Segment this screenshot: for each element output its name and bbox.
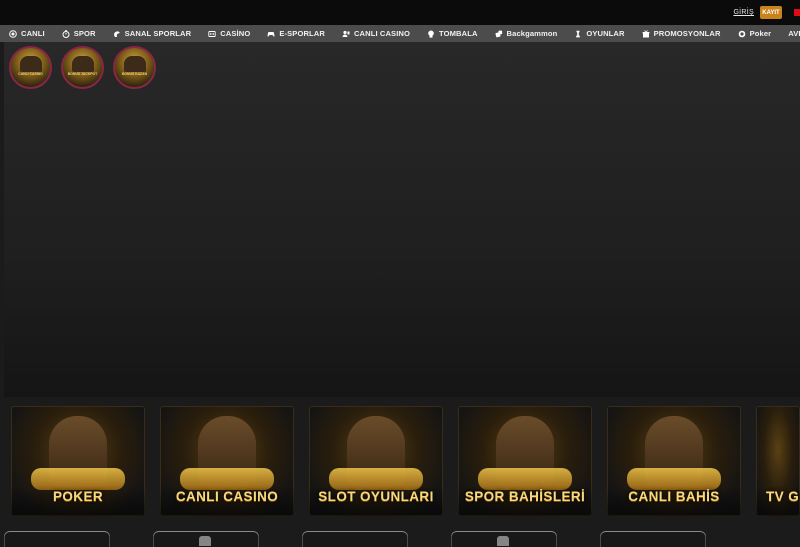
virtual-sports-icon bbox=[113, 30, 121, 38]
nav-item-sport[interactable]: SPOR bbox=[53, 29, 104, 38]
nav-item-esports[interactable]: E-SPORLAR bbox=[258, 29, 333, 38]
nav-item-label: Poker bbox=[749, 29, 772, 38]
nav-item-promotions[interactable]: PROMOSYONLAR bbox=[633, 29, 729, 38]
nav-item-label: Backgammon bbox=[506, 29, 558, 38]
category-label: POKER bbox=[52, 489, 103, 504]
category-card-live-betting[interactable]: CANLI BAHİS bbox=[607, 406, 741, 516]
category-card-slot-games[interactable]: SLOT OYUNLARI bbox=[309, 406, 443, 516]
language-flag-icon[interactable] bbox=[794, 9, 800, 16]
nav-item-label: CANLI CASINO bbox=[353, 29, 410, 38]
nav-item-label: E-SPORLAR bbox=[279, 29, 325, 38]
nav-item-label: SANAL SPORLAR bbox=[124, 29, 192, 38]
top-header: GİRİŞ KAYIT bbox=[0, 0, 800, 25]
nav-item-label: PROMOSYONLAR bbox=[653, 29, 721, 38]
nav-item-label: CASİNO bbox=[220, 29, 251, 38]
story-item[interactable]: BONUS KAZAN bbox=[113, 46, 156, 89]
story-item[interactable]: CANLI CASINO bbox=[9, 46, 52, 89]
category-card-poker[interactable]: POKER bbox=[11, 406, 145, 516]
nav-item-live[interactable]: CANLI bbox=[0, 29, 53, 38]
nav-item-casino[interactable]: CASİNO bbox=[199, 29, 258, 38]
hero-area: CANLI CASINO BONUS JACKPOT BONUS KAZAN bbox=[4, 42, 800, 397]
category-label: SLOT OYUNLARI bbox=[318, 489, 434, 504]
story-list: CANLI CASINO BONUS JACKPOT BONUS KAZAN bbox=[9, 46, 156, 89]
nav-item-backgammon[interactable]: Backgammon bbox=[486, 29, 566, 38]
register-button[interactable]: KAYIT bbox=[760, 6, 782, 19]
category-label: TV G bbox=[766, 489, 800, 504]
story-caption: CANLI CASINO bbox=[18, 72, 43, 76]
dealer-icon bbox=[342, 30, 350, 38]
nav-item-games[interactable]: OYUNLAR bbox=[565, 29, 632, 38]
nav-item-tombala[interactable]: TOMBALA bbox=[418, 29, 486, 38]
live-icon bbox=[9, 29, 17, 38]
story-image bbox=[124, 56, 146, 72]
nav-item-virtual-sports[interactable]: SANAL SPORLAR bbox=[104, 29, 200, 38]
category-cards: POKER CANLI CASINO SLOT OYUNLARI SPOR BA… bbox=[11, 406, 800, 516]
nav-item-label: TOMBALA bbox=[439, 29, 478, 38]
poker-chip-icon bbox=[738, 30, 746, 38]
chess-piece-icon bbox=[574, 30, 582, 38]
stopwatch-icon bbox=[62, 29, 70, 38]
lottery-icon bbox=[427, 30, 435, 38]
story-caption: BONUS KAZAN bbox=[121, 72, 148, 76]
gamepad-icon bbox=[267, 30, 275, 38]
nav-item-label: AVI bbox=[788, 29, 800, 38]
category-label: CANLI CASINO bbox=[175, 489, 279, 504]
nav-item-label: SPOR bbox=[73, 29, 96, 38]
dice-icon bbox=[495, 30, 503, 38]
nav-item-label: CANLI bbox=[21, 29, 45, 38]
category-card-sports-betting[interactable]: SPOR BAHİSLERİ bbox=[458, 406, 592, 516]
category-label: SPOR BAHİSLERİ bbox=[464, 489, 586, 504]
nav-item-label: OYUNLAR bbox=[586, 29, 625, 38]
story-image bbox=[72, 56, 94, 72]
category-card-tv-games[interactable]: TV G bbox=[756, 406, 800, 516]
nav-item-avi[interactable]: AVI bbox=[779, 29, 800, 38]
story-caption: BONUS JACKPOT bbox=[67, 72, 98, 76]
story-image bbox=[20, 56, 42, 72]
story-item[interactable]: BONUS JACKPOT bbox=[61, 46, 104, 89]
nav-item-live-casino[interactable]: CANLI CASINO bbox=[333, 29, 418, 38]
login-link[interactable]: GİRİŞ bbox=[733, 9, 754, 16]
category-card-live-casino[interactable]: CANLI CASINO bbox=[160, 406, 294, 516]
main-nav: CANLI SPOR SANAL SPORLAR CASİNO E-SPORLA… bbox=[0, 25, 800, 42]
gift-icon bbox=[642, 29, 650, 38]
category-label: CANLI BAHİS bbox=[628, 489, 720, 504]
slot-machine-icon bbox=[208, 30, 216, 38]
nav-item-poker[interactable]: Poker bbox=[729, 29, 780, 38]
